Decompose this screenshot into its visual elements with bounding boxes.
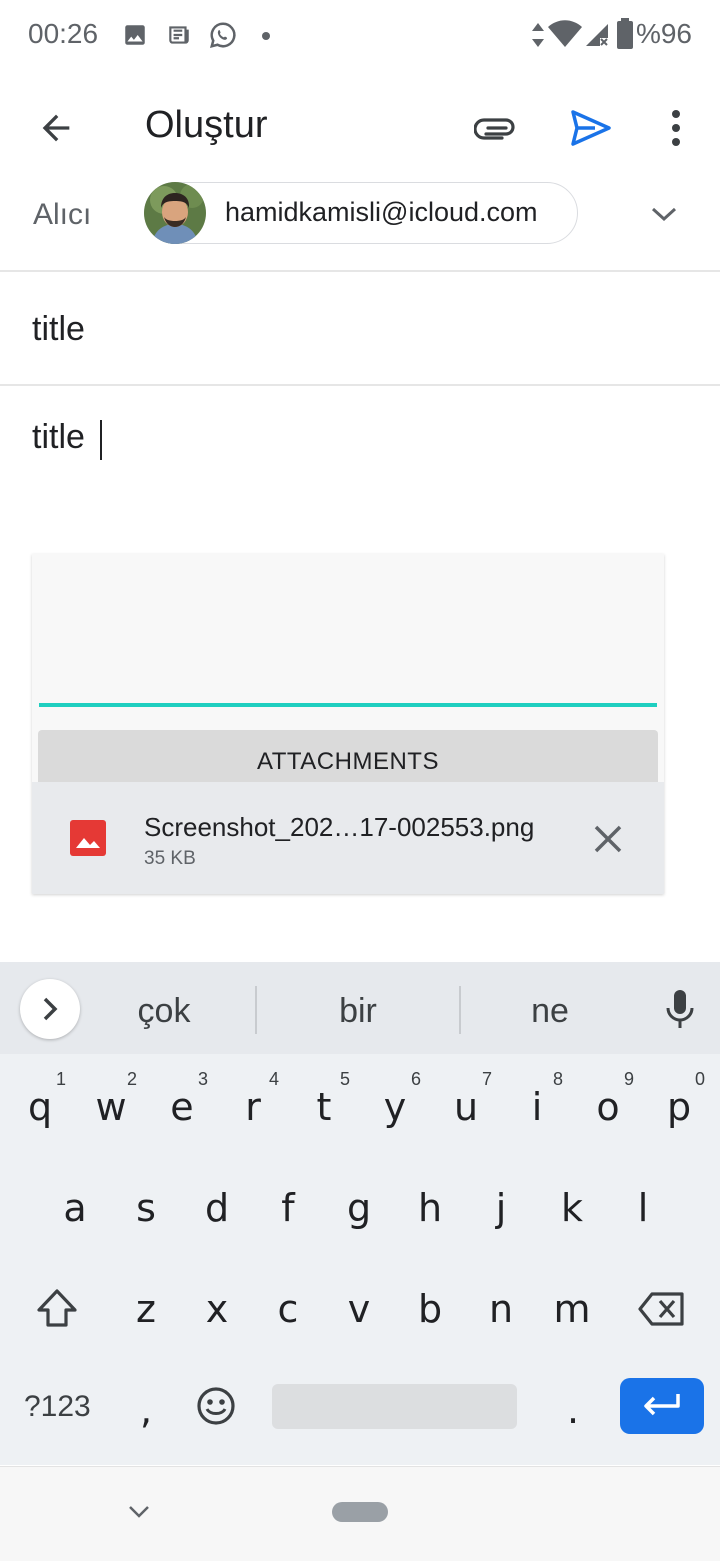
key-hint-2: 2: [127, 1069, 138, 1089]
text-cursor: [100, 420, 102, 460]
shift-icon[interactable]: [36, 1288, 78, 1328]
comma-key[interactable]: ,: [116, 1388, 176, 1432]
chevron-down-icon[interactable]: [650, 202, 678, 226]
key-a[interactable]: a: [45, 1186, 105, 1230]
image-icon: [125, 25, 145, 45]
key-f[interactable]: f: [258, 1186, 318, 1230]
key-j[interactable]: j: [471, 1186, 531, 1230]
to-label: Alıcı: [33, 198, 92, 231]
attachments-header: ATTACHMENTS: [38, 730, 658, 782]
battery-icon: [617, 18, 633, 49]
key-i[interactable]: i: [507, 1085, 567, 1129]
divider: [0, 270, 720, 272]
key-k[interactable]: k: [542, 1186, 602, 1230]
key-p[interactable]: p: [649, 1085, 709, 1129]
key-s[interactable]: s: [116, 1186, 176, 1230]
chevron-right-icon: [43, 997, 58, 1021]
body-field[interactable]: title: [32, 418, 85, 457]
key-hint-5: 5: [340, 1069, 351, 1089]
paperclip-icon[interactable]: [474, 108, 518, 148]
news-icon: [169, 26, 189, 44]
key-hint-8: 8: [553, 1069, 564, 1089]
status-time: 00:26: [28, 18, 99, 49]
enter-icon: [644, 1394, 680, 1416]
key-g[interactable]: g: [329, 1186, 389, 1230]
emoji-icon[interactable]: [196, 1386, 236, 1426]
data-arrows-icon: [532, 23, 544, 47]
battery-percent: %96: [635, 18, 692, 49]
symbols-key[interactable]: ?123: [24, 1390, 91, 1424]
key-l[interactable]: l: [613, 1186, 673, 1230]
key-e[interactable]: e: [152, 1085, 212, 1129]
wifi-icon: [548, 20, 582, 47]
key-t[interactable]: t: [294, 1085, 354, 1129]
key-h[interactable]: h: [400, 1186, 460, 1230]
key-c[interactable]: c: [258, 1287, 318, 1331]
divider: [459, 986, 461, 1034]
key-hint-0: 0: [695, 1069, 706, 1089]
app-bar: Oluştur: [0, 72, 720, 182]
key-m[interactable]: m: [542, 1287, 602, 1331]
attachment-file-name: Screenshot_202…17-002553.png: [144, 812, 535, 842]
space-key[interactable]: [272, 1384, 517, 1429]
hide-keyboard-icon[interactable]: [127, 1504, 151, 1520]
key-hint-7: 7: [482, 1069, 493, 1089]
whatsapp-icon: [209, 22, 236, 49]
home-handle[interactable]: [332, 1502, 388, 1522]
key-x[interactable]: x: [187, 1287, 247, 1331]
recipient-email: hamidkamisli@icloud.com: [225, 197, 538, 227]
recipient-chip[interactable]: hamidkamisli@icloud.com: [144, 182, 578, 244]
key-hint-1: 1: [56, 1069, 67, 1089]
key-w[interactable]: w: [81, 1085, 141, 1129]
keyboard-expand-button[interactable]: [20, 979, 80, 1039]
key-v[interactable]: v: [329, 1287, 389, 1331]
key-o[interactable]: o: [578, 1085, 638, 1129]
key-hint-6: 6: [411, 1069, 422, 1089]
key-d[interactable]: d: [187, 1186, 247, 1230]
divider: [255, 986, 257, 1034]
key-hint-3: 3: [198, 1069, 209, 1089]
divider: [0, 384, 720, 386]
microphone-icon[interactable]: [664, 990, 696, 1030]
avatar: [144, 182, 206, 244]
key-r[interactable]: r: [223, 1085, 283, 1129]
dot-icon: [262, 32, 270, 40]
enter-key[interactable]: [620, 1378, 704, 1434]
send-icon[interactable]: [570, 108, 612, 148]
key-b[interactable]: b: [400, 1287, 460, 1331]
image-file-icon: [70, 820, 106, 856]
key-q[interactable]: q: [10, 1085, 70, 1129]
progress-bar: [39, 703, 657, 707]
close-icon[interactable]: [592, 823, 624, 855]
key-z[interactable]: z: [116, 1287, 176, 1331]
suggestion-2[interactable]: bir: [278, 992, 438, 1031]
suggestion-3[interactable]: ne: [470, 992, 630, 1031]
signal-icon: [586, 24, 608, 46]
key-hint-4: 4: [269, 1069, 280, 1089]
key-hint-9: 9: [624, 1069, 635, 1089]
arrow-left-icon[interactable]: [36, 108, 76, 148]
subject-field[interactable]: title: [32, 310, 85, 349]
key-y[interactable]: y: [365, 1085, 425, 1129]
page-title: Oluştur: [145, 104, 268, 146]
more-vert-icon[interactable]: [666, 108, 686, 148]
key-u[interactable]: u: [436, 1085, 496, 1129]
attachment-file-size: 35 KB: [144, 848, 196, 869]
suggestion-1[interactable]: çok: [84, 992, 244, 1031]
period-key[interactable]: .: [543, 1388, 603, 1432]
attachments-header-label: ATTACHMENTS: [257, 748, 439, 775]
backspace-icon[interactable]: [638, 1292, 684, 1326]
status-bar: 00:26 %96: [0, 0, 720, 72]
key-n[interactable]: n: [471, 1287, 531, 1331]
